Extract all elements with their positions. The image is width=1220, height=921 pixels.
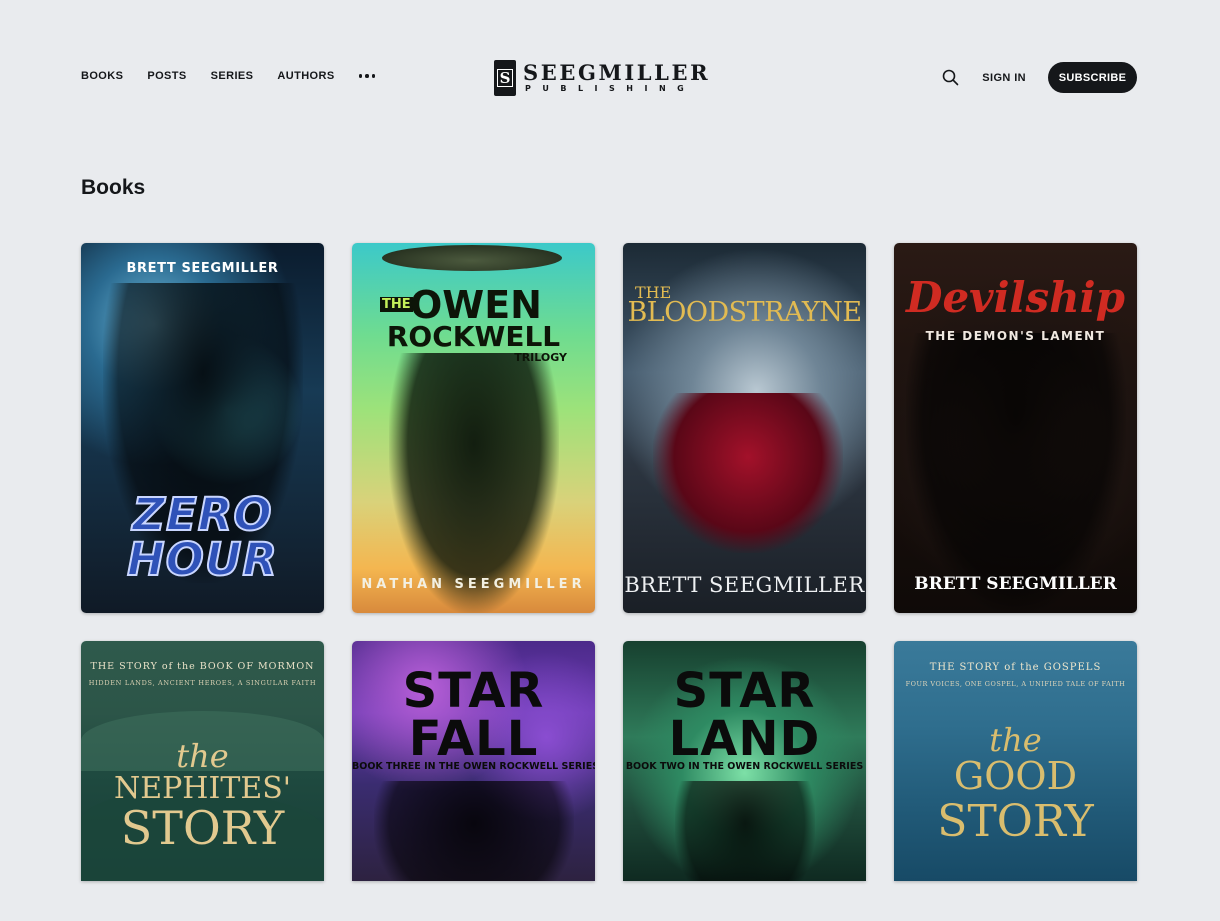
book-title: ROCKWELL (386, 320, 561, 353)
cover-art (388, 353, 559, 613)
primary-nav: BOOKS POSTS SERIES AUTHORS (81, 70, 376, 82)
nav-authors[interactable]: AUTHORS (277, 70, 334, 82)
book-card-bloodstrayne[interactable]: THE BLOODSTRAYNE BRETT SEEGMILLER (623, 243, 866, 613)
book-title: STORY (120, 801, 285, 855)
book-title-prefix: THE (380, 297, 413, 312)
header-actions: SIGN IN SUBSCRIBE (940, 62, 1137, 93)
book-card-owen-rockwell[interactable]: THE OWEN ROCKWELL TRILOGY NATHAN SEEGMIL… (352, 243, 595, 613)
nav-books[interactable]: BOOKS (81, 70, 123, 82)
ellipsis-icon[interactable] (358, 71, 376, 81)
book-card-nephites-story[interactable]: THE STORY of the BOOK OF MORMON HIDDEN L… (81, 641, 324, 881)
logo-name: SEEGMILLER (523, 60, 711, 85)
books-grid: BRETT SEEGMILLER ZERO HOUR THE OWEN ROCK… (81, 243, 1137, 881)
site-logo[interactable]: S SEEGMILLER PUBLISHING (494, 60, 710, 96)
book-tagline: FOUR VOICES, ONE GOSPEL, A UNIFIED TALE … (905, 680, 1126, 688)
nav-series[interactable]: SERIES (211, 70, 254, 82)
book-title: HOUR (126, 532, 279, 587)
book-tagline: HIDDEN LANDS, ANCIENT HEROES, A SINGULAR… (88, 679, 317, 687)
book-card-star-land[interactable]: STAR LAND BOOK TWO IN THE OWEN ROCKWELL … (623, 641, 866, 881)
book-title: FALL (408, 711, 539, 767)
book-title: Devilship (906, 273, 1125, 322)
book-card-devilship[interactable]: Devilship THE DEMON'S LAMENT BRETT SEEGM… (894, 243, 1137, 613)
book-series-line: BOOK THREE IN THE OWEN ROCKWELL SERIES (352, 761, 595, 772)
subscribe-button[interactable]: SUBSCRIBE (1048, 62, 1137, 93)
nav-posts[interactable]: POSTS (147, 70, 186, 82)
book-title: LAND (668, 711, 821, 767)
book-author: NATHAN SEEGMILLER (361, 577, 586, 592)
page-title: Books (81, 176, 146, 199)
book-title-prefix: the (176, 737, 229, 775)
logo-subtitle: PUBLISHING (525, 84, 696, 93)
book-series-line: THE STORY of the GOSPELS (929, 662, 1102, 673)
book-author: BRETT SEEGMILLER (624, 573, 865, 597)
book-subtitle: THE DEMON'S LAMENT (925, 329, 1106, 343)
book-author: BRETT SEEGMILLER (126, 261, 279, 276)
cover-art (674, 781, 815, 881)
cover-art (373, 781, 574, 881)
book-title: GOOD (953, 754, 1078, 798)
search-icon[interactable] (940, 68, 960, 88)
book-card-good-story[interactable]: THE STORY of the GOSPELS FOUR VOICES, ON… (894, 641, 1137, 881)
cover-art (653, 393, 843, 553)
cover-art (382, 245, 562, 271)
book-series-line: THE STORY of the BOOK OF MORMON (90, 661, 315, 672)
signin-link[interactable]: SIGN IN (982, 72, 1026, 84)
logo-mark-icon: S (494, 60, 516, 96)
book-title: BLOODSTRAYNE (627, 297, 862, 328)
book-card-zero-hour[interactable]: BRETT SEEGMILLER ZERO HOUR (81, 243, 324, 613)
book-series-line: BOOK TWO IN THE OWEN ROCKWELL SERIES (625, 761, 864, 772)
book-author: BRETT SEEGMILLER (914, 574, 1117, 594)
book-title: STORY (937, 796, 1094, 847)
book-subtitle: TRILOGY (514, 351, 567, 364)
cover-art (905, 333, 1126, 613)
book-card-star-fall[interactable]: STAR FALL BOOK THREE IN THE OWEN ROCKWEL… (352, 641, 595, 881)
